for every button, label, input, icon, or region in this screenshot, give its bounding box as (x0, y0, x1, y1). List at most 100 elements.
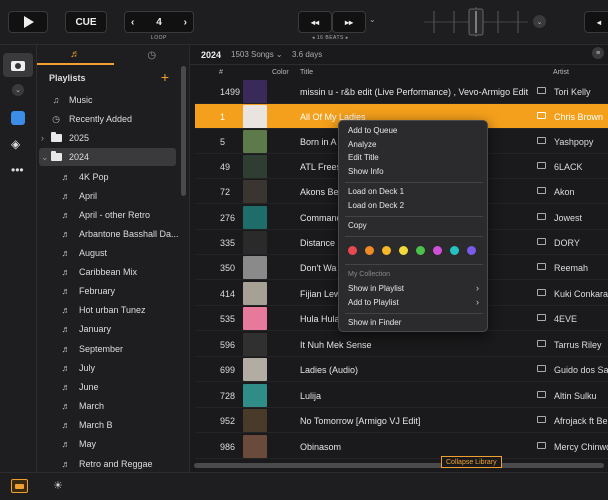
sidebar-item-may[interactable]: ♬ May (59, 435, 97, 453)
menu-item-show-info[interactable]: Show Info (348, 167, 384, 176)
library-view-button[interactable] (3, 53, 33, 77)
artwork-thumbnail (243, 155, 267, 178)
sidebar-item-2024[interactable]: ⌄ 2024 (39, 148, 176, 166)
more-icon[interactable]: ••• (11, 163, 24, 177)
playlist-icon: ♬ (61, 191, 71, 201)
sidebar-item-february[interactable]: ♬ February (59, 282, 116, 300)
beat-jump-menu-icon[interactable]: ⌄ (369, 15, 376, 24)
duration: 3.6 days (292, 50, 323, 59)
brightness-icon[interactable]: ☀ (53, 479, 63, 492)
video-icon (537, 263, 546, 270)
playlist-icon: ♬ (61, 401, 71, 411)
horizontal-scrollbar[interactable] (190, 463, 608, 469)
column-artist[interactable]: Artist (553, 65, 569, 79)
sidebar-item-hot-urban-tunez[interactable]: ♬ Hot urban Tunez (59, 301, 146, 319)
sidebar-item-march-b[interactable]: ♬ March B (59, 416, 113, 434)
menu-item-analyze[interactable]: Analyze (348, 140, 376, 149)
song-count-dropdown[interactable]: 1503 Songs ⌄ (231, 50, 283, 59)
artwork-thumbnail (243, 358, 267, 381)
sidebar-item-label: 2025 (69, 133, 90, 143)
library-toggle-button[interactable] (11, 479, 28, 493)
color-swatch[interactable] (467, 246, 476, 255)
track-title: Don't Wa (300, 262, 337, 273)
color-swatch[interactable] (450, 246, 459, 255)
sidebar-item-august[interactable]: ♬ August (59, 244, 108, 262)
tab-history[interactable]: ◷ (114, 45, 190, 65)
color-swatch[interactable] (416, 246, 425, 255)
finder-icon[interactable] (11, 111, 25, 125)
menu-section-my-collection: My Collection (348, 271, 391, 278)
sidebar-item-music[interactable]: ♫ Music (49, 91, 93, 109)
table-row[interactable]: 699 Ladies (Audio) Guido dos San (195, 357, 608, 382)
video-icon (537, 112, 546, 119)
playlist-icon: ♬ (61, 210, 71, 220)
sidebar-item-april[interactable]: ♬ April (59, 187, 98, 205)
table-row[interactable]: 1499 missin u - r&b edit (Live Performanc… (195, 79, 608, 104)
menu-item-add-to-playlist[interactable]: Add to Playlist (348, 298, 399, 307)
track-title: Ladies (Audio) (300, 364, 359, 375)
sidebar-item-caribbean-mix[interactable]: ♬ Caribbean Mix (59, 263, 138, 281)
sidebar-item-july[interactable]: ♬ July (59, 359, 96, 377)
expand-rail-button[interactable]: ⌄ (12, 84, 24, 96)
menu-item-load-deck-1[interactable]: Load on Deck 1 (348, 187, 404, 196)
sidebar-item-2025[interactable]: › 2025 (41, 129, 89, 147)
track-number: 699 (220, 364, 236, 375)
cue-button[interactable]: CUE (65, 11, 107, 33)
column-color[interactable]: Color (272, 65, 289, 79)
track-number: 535 (220, 313, 236, 324)
playlists-sidebar: ♬ ◷ Playlists + ♫ Music ◷ Recently Added… (37, 45, 190, 472)
sidebar-item-april-other-retro[interactable]: ♬ April - other Retro (59, 206, 151, 224)
loop-decrease-icon[interactable]: ‹ (131, 17, 134, 28)
sidebar-scrollbar[interactable] (181, 66, 186, 196)
track-number: 5 (220, 136, 226, 147)
play-icon (23, 16, 34, 28)
color-swatch[interactable] (365, 246, 374, 255)
menu-item-show-in-finder[interactable]: Show in Finder (348, 318, 401, 327)
sidebar-item-june[interactable]: ♬ June (59, 378, 99, 396)
table-row[interactable]: 596 It Nuh Mek Sense Tarrus Riley (195, 332, 608, 357)
sidebar-item-arbantone[interactable]: ♬ Arbantone Basshall Da... (59, 225, 179, 243)
column-title[interactable]: Title (300, 65, 313, 79)
menu-item-add-to-queue[interactable]: Add to Queue (348, 126, 397, 135)
layers-icon[interactable]: ◈ (11, 137, 20, 151)
color-swatch[interactable] (348, 246, 357, 255)
table-row[interactable]: 728 Lulija Altin Sulku (195, 383, 608, 408)
artwork-thumbnail (243, 384, 267, 407)
sidebar-item-4k-pop[interactable]: ♬ 4K Pop (59, 168, 109, 186)
deck2-button[interactable]: ◂ (584, 11, 608, 33)
sidebar-item-label: May (79, 439, 97, 449)
table-row[interactable]: 952 No Tomorrow [Armigo VJ Edit] Afrojack … (195, 408, 608, 433)
crossfader[interactable] (424, 5, 528, 39)
menu-divider (345, 313, 483, 314)
collapse-library-button[interactable]: Collapse Library (441, 456, 502, 468)
sidebar-item-january[interactable]: ♬ January (59, 320, 112, 338)
sidebar-item-label: August (79, 248, 108, 258)
track-title: Fijian Lew (300, 288, 341, 299)
color-swatch[interactable] (433, 246, 442, 255)
sidebar-item-label: 2024 (69, 152, 90, 162)
beat-jump-forward-button[interactable]: ▸▸ (332, 11, 366, 33)
loop-increase-icon[interactable]: › (184, 17, 187, 28)
bottom-bar: ☀ (0, 472, 608, 500)
menu-item-load-deck-2[interactable]: Load on Deck 2 (348, 201, 404, 210)
sidebar-item-march[interactable]: ♬ March (59, 397, 105, 415)
sidebar-item-recently-added[interactable]: ◷ Recently Added (49, 110, 132, 128)
mixer-menu-button[interactable]: ⌄ (533, 15, 546, 28)
table-row[interactable]: 986 Obinasom Mercy Chinwo (195, 434, 608, 459)
beat-jump-back-button[interactable]: ◂◂ (298, 11, 332, 33)
play-button[interactable] (8, 11, 48, 33)
menu-item-copy[interactable]: Copy (348, 221, 367, 230)
sidebar-item-september[interactable]: ♬ September (59, 340, 124, 358)
artwork-thumbnail (243, 307, 267, 330)
filter-icon[interactable]: ≡ (592, 47, 604, 59)
menu-item-edit-title[interactable]: Edit Title (348, 153, 379, 162)
add-playlist-button[interactable]: + (161, 69, 169, 85)
scrollbar-thumb[interactable] (194, 463, 604, 468)
sidebar-item-label: April (79, 191, 98, 201)
column-number[interactable]: # (219, 65, 223, 79)
color-swatch[interactable] (399, 246, 408, 255)
tab-playlists[interactable]: ♬ (37, 45, 114, 65)
sidebar-item-retro-and-reggae[interactable]: ♬ Retro and Reggae (59, 455, 153, 472)
color-swatch[interactable] (382, 246, 391, 255)
menu-item-show-in-playlist[interactable]: Show in Playlist (348, 284, 404, 293)
